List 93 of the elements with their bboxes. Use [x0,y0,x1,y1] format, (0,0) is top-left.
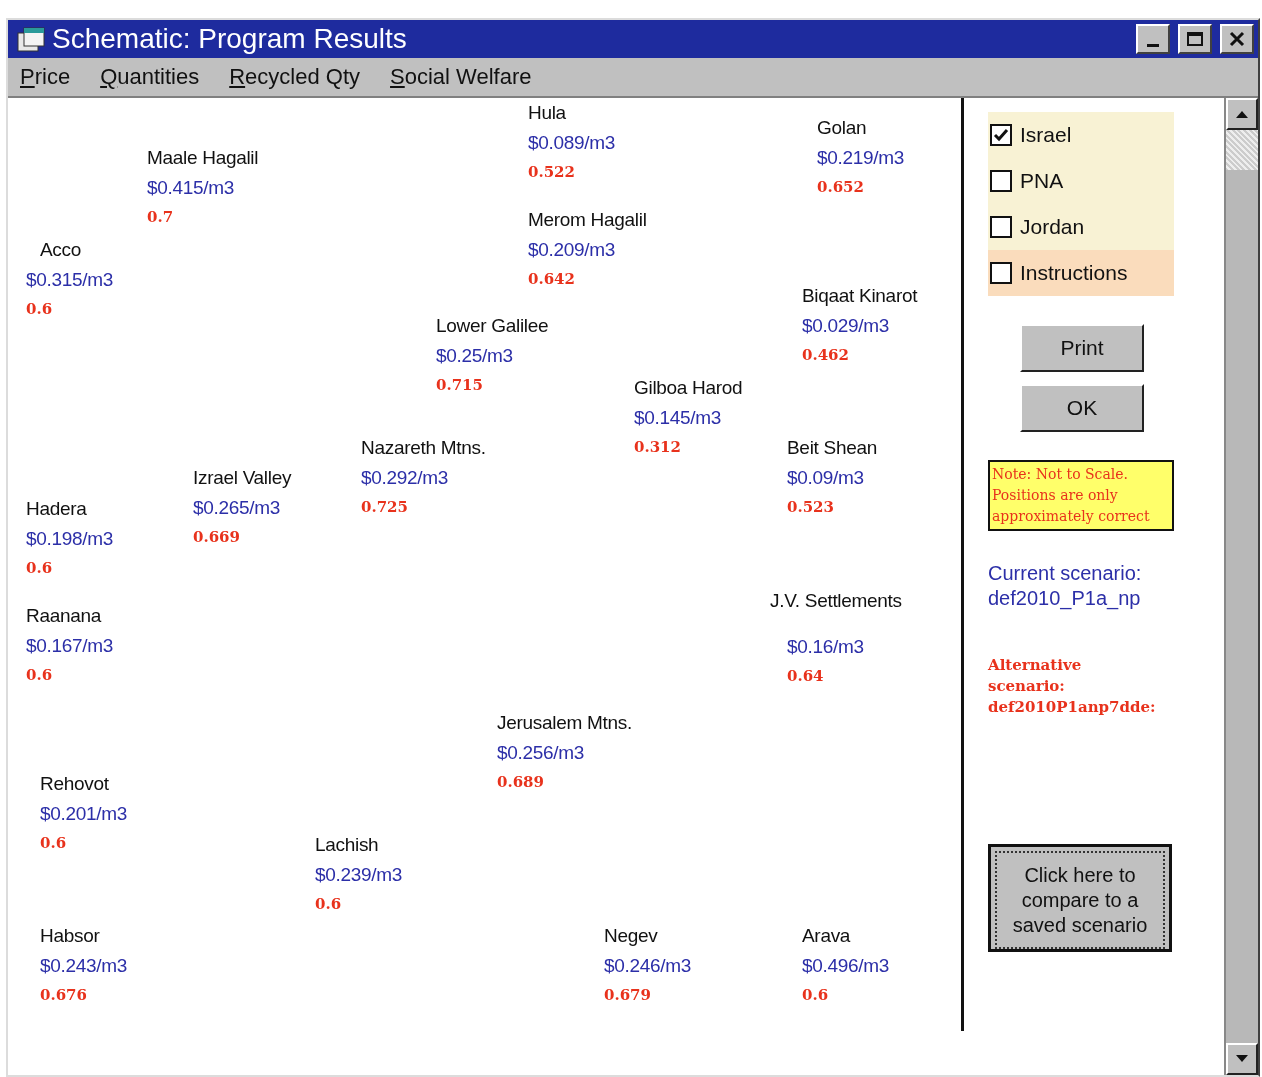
note-text: Note: Not to Scale. Positions are only approximately correct [988,460,1174,531]
region-name: Arava [802,924,852,948]
region-ratio: 0.522 [528,162,576,183]
checkbox[interactable] [990,262,1012,284]
region-name: Golan [817,116,868,140]
region-ratio: 0.64 [787,666,825,687]
close-icon [1228,31,1246,47]
region-price: $0.265/m3 [193,496,282,520]
region-price: $0.415/m3 [147,176,236,200]
region-ratio: 0.6 [26,299,54,320]
region-price: $0.145/m3 [634,406,723,430]
maximize-button[interactable] [1178,24,1212,54]
checkbox[interactable] [990,124,1012,146]
region-ratio: 0.642 [528,269,576,290]
region-price: $0.239/m3 [315,863,403,887]
minimize-icon [1147,43,1159,47]
region-name: Biqaat Kinarot [802,284,918,308]
compare-scenario-button[interactable]: Click here to compare to a saved scenario [988,844,1172,952]
region-ratio: 0.715 [436,375,484,396]
filter-checkbox-row[interactable]: Instructions [988,250,1174,296]
region-price: $0.292/m3 [361,466,450,490]
region-price: $0.198/m3 [26,527,114,551]
scroll-down-button[interactable] [1226,1043,1258,1075]
region-price: $0.209/m3 [528,238,617,262]
checkbox[interactable] [990,170,1012,192]
region-ratio: 0.725 [361,497,409,518]
region-name: Raanana [26,604,103,628]
maximize-icon [1186,31,1204,47]
region-price: $0.201/m3 [40,802,128,826]
menu-item[interactable]: Quantities [100,64,200,90]
menu-item[interactable]: Recycled Qty [229,64,361,90]
region-ratio: 0.6 [315,894,343,915]
scroll-up-button[interactable] [1226,98,1258,130]
region-name: Hula [528,101,567,125]
region-ratio: 0.462 [802,345,850,366]
region-ratio: 0.689 [497,772,545,793]
region-name: Nazareth Mtns. [361,436,486,460]
region-name: Beit Shean [787,436,877,460]
region-name: Merom Hagalil [528,208,647,232]
dialog-button[interactable]: Print [1020,324,1144,372]
down-arrow-icon [1236,1055,1248,1063]
region-name: Rehovot [40,772,110,796]
region-price: $0.256/m3 [497,741,586,765]
region-name: Jerusalem Mtns. [497,711,632,735]
scroll-thumb[interactable] [1226,130,1258,170]
filter-checkbox-row[interactable]: PNA [988,158,1174,204]
region-price: $0.496/m3 [802,954,890,978]
region-price: $0.09/m3 [787,466,865,490]
region-name: Negev [604,924,659,948]
region-price: $0.089/m3 [528,131,616,155]
region-ratio: 0.523 [787,497,835,518]
alternative-scenario-label: Alternative scenario: [988,655,1083,697]
region-ratio: 0.6 [802,985,830,1006]
region-name: Izrael Valley [193,466,292,490]
region-ratio: 0.312 [634,437,682,458]
region-name: Lower Galilee [436,314,549,338]
region-name: Gilboa Harod [634,376,743,400]
region-price: $0.246/m3 [604,954,692,978]
dialog-button[interactable]: OK [1020,384,1144,432]
region-name: Lachish [315,833,380,857]
region-price: $0.315/m3 [26,268,114,292]
alternative-scenario-value: def2010P1anp7dde: [988,697,1156,718]
close-button[interactable] [1220,24,1254,54]
app-icon [16,25,46,53]
filter-checkbox-row[interactable]: Israel [988,112,1174,158]
region-price: $0.16/m3 [787,635,865,659]
region-price: $0.243/m3 [40,954,128,978]
checkbox[interactable] [990,216,1012,238]
current-scenario-label: Current scenario: [988,561,1143,586]
region-name: Hadera [26,497,88,521]
region-price: $0.029/m3 [802,314,891,338]
region-ratio: 0.6 [26,558,54,579]
region-price: $0.167/m3 [26,634,114,658]
region-ratio: 0.6 [40,833,68,854]
region-name: Habsor [40,924,101,948]
menu-item[interactable]: Social Welfare [390,64,532,90]
region-ratio: 0.676 [40,985,88,1006]
menu-item[interactable]: Price [20,64,71,90]
region-name: Acco [40,238,83,262]
region-price: $0.25/m3 [436,344,514,368]
current-scenario-value: def2010_P1a_np [988,586,1142,611]
region-ratio: 0.6 [26,665,54,686]
region-name: Maale Hagalil [147,146,259,170]
region-name: J.V. Settlements [770,589,902,613]
region-ratio: 0.669 [193,527,241,548]
region-ratio: 0.7 [147,207,175,228]
region-ratio: 0.652 [817,177,865,198]
minimize-button[interactable] [1136,24,1170,54]
up-arrow-icon [1236,110,1248,118]
filter-checkbox-row[interactable]: Jordan [988,204,1174,250]
region-ratio: 0.679 [604,985,652,1006]
window-title: Schematic: Program Results [52,23,408,55]
region-price: $0.219/m3 [817,146,905,170]
